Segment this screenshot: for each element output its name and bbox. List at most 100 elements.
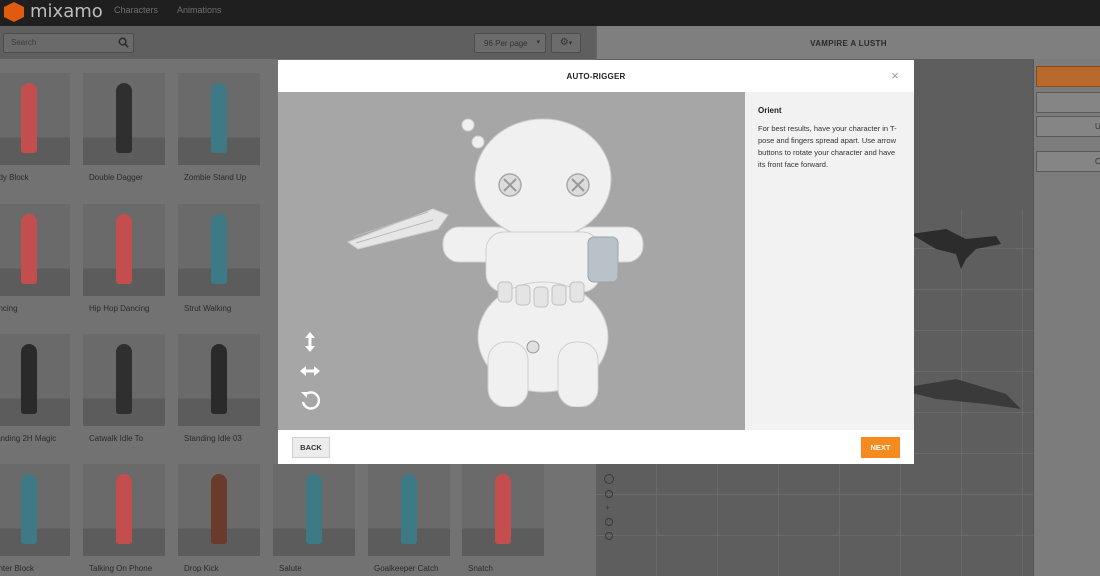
animation-card[interactable]: Double Dagger	[83, 73, 165, 193]
animation-thumbnail	[0, 464, 70, 556]
per-page-select[interactable]: 96 Per page ▾	[474, 33, 546, 53]
character-figure-icon	[21, 344, 37, 414]
animation-card[interactable]: Snatch	[462, 464, 544, 576]
character-figure-icon	[211, 344, 227, 414]
animation-label: ancing	[0, 304, 18, 313]
orbit-tool-icon[interactable]	[604, 474, 614, 484]
animation-label: Goalkeeper Catch	[374, 564, 439, 573]
upload-button[interactable]: U	[1036, 116, 1100, 137]
character-figure-icon	[211, 83, 227, 153]
character-figure-icon	[116, 474, 132, 544]
character-figure-icon	[21, 83, 37, 153]
app-name[interactable]: mixamo	[30, 1, 103, 22]
animation-label: Talking On Phone	[89, 564, 153, 573]
viewer-header: VAMPIRE A LUSTH	[596, 26, 1100, 59]
nav-characters[interactable]: Characters	[114, 5, 158, 15]
dialog-title: AUTO-RIGGER	[566, 72, 626, 81]
animation-label: Strut Walking	[184, 304, 232, 313]
animation-card[interactable]: ody Block	[0, 73, 70, 193]
animation-card[interactable]: Salute	[273, 464, 355, 576]
animation-thumbnail	[368, 464, 450, 556]
animation-label: Catwalk Idle To	[89, 434, 144, 443]
character-figure-icon	[211, 214, 227, 284]
animation-thumbnail	[178, 73, 260, 165]
close-icon[interactable]: ×	[888, 69, 902, 83]
nav-animations[interactable]: Animations	[177, 5, 222, 15]
horizontal-arrows-icon[interactable]	[298, 359, 322, 383]
animation-thumbnail	[462, 464, 544, 556]
animation-label: Snatch	[468, 564, 493, 573]
character-figure-icon	[116, 344, 132, 414]
animation-label: ody Block	[0, 173, 29, 182]
rotate-icon[interactable]	[298, 388, 322, 412]
animation-card[interactable]: Talking On Phone	[83, 464, 165, 576]
character-model	[346, 118, 644, 407]
gear-icon: ⚙	[559, 37, 569, 48]
camera-tool-icon[interactable]	[605, 532, 613, 540]
animation-label: Zombie Stand Up	[184, 173, 247, 182]
per-page-value: 96 Per page	[484, 39, 528, 48]
character-figure-icon	[21, 474, 37, 544]
search-placeholder: Search	[11, 38, 37, 47]
animation-thumbnail	[0, 204, 70, 296]
pan-tool-icon[interactable]	[605, 490, 613, 498]
back-button[interactable]: BACK	[292, 437, 330, 458]
rig-preview-stage[interactable]	[278, 92, 745, 430]
animation-card[interactable]: Drop Kick	[178, 464, 260, 576]
instructions-text: For best results, have your character in…	[758, 124, 897, 169]
animation-label: Standing Idle 03	[184, 434, 242, 443]
character-figure-icon	[21, 214, 37, 284]
character-figure-icon	[211, 474, 227, 544]
zoom-tool-icon[interactable]	[605, 518, 613, 526]
animation-card[interactable]: Zombie Stand Up	[178, 73, 260, 193]
animation-label: enter Block	[0, 564, 35, 573]
animation-thumbnail	[83, 464, 165, 556]
sidebar-button-c[interactable]: C	[1036, 151, 1100, 172]
animation-card[interactable]: Hip Hop Dancing	[83, 204, 165, 324]
auto-rigger-dialog: AUTO-RIGGER × Orient For best results, h…	[278, 60, 914, 464]
animation-thumbnail	[0, 73, 70, 165]
character-figure-icon	[495, 474, 511, 544]
animation-card[interactable]: Goalkeeper Catch	[368, 464, 450, 576]
vertical-arrows-icon[interactable]	[298, 330, 322, 354]
animation-card[interactable]: Standing Idle 03	[178, 334, 260, 454]
caret-down-icon: ▾	[568, 40, 573, 47]
character-figure-icon	[116, 214, 132, 284]
character-name: VAMPIRE A LUSTH	[810, 39, 887, 48]
animation-thumbnail	[273, 464, 355, 556]
dialog-header: AUTO-RIGGER ×	[278, 60, 914, 92]
search-icon[interactable]	[118, 37, 129, 48]
sidebar-button-blank[interactable]	[1036, 92, 1100, 113]
viewport-tool-icons: +	[604, 474, 618, 574]
instructions-title: Orient	[758, 106, 782, 115]
animation-label: Drop Kick	[184, 564, 219, 573]
top-navigation-bar: mixamo Characters Animations	[0, 0, 1100, 26]
animation-card[interactable]: enter Block	[0, 464, 70, 576]
animation-card[interactable]: tanding 2H Magic	[0, 334, 70, 454]
download-button[interactable]	[1036, 66, 1100, 87]
dialog-footer: BACK NEXT	[278, 430, 914, 464]
chevron-down-icon: ▾	[536, 39, 540, 46]
animation-thumbnail	[83, 204, 165, 296]
animation-card[interactable]: ancing	[0, 204, 70, 324]
character-figure-icon	[306, 474, 322, 544]
settings-gear-button[interactable]: ⚙▾	[551, 33, 581, 53]
animation-card[interactable]: Catwalk Idle To	[83, 334, 165, 454]
search-input[interactable]: Search	[3, 33, 134, 53]
move-tool-icon[interactable]: +	[605, 504, 613, 513]
animation-thumbnail	[83, 73, 165, 165]
animation-thumbnail	[178, 204, 260, 296]
next-button[interactable]: NEXT	[861, 437, 900, 458]
character-figure-icon	[401, 474, 417, 544]
animation-thumbnail	[178, 464, 260, 556]
upload-button-label: U	[1095, 122, 1100, 131]
animation-thumbnail	[83, 334, 165, 426]
mixamo-logo-icon[interactable]	[4, 2, 24, 22]
animation-label: Salute	[279, 564, 302, 573]
animation-label: tanding 2H Magic	[0, 434, 57, 443]
instructions-panel: Orient For best results, have your chara…	[745, 92, 914, 430]
character-shadow	[896, 379, 1021, 409]
animation-thumbnail	[178, 334, 260, 426]
animation-label: Hip Hop Dancing	[89, 304, 150, 313]
animation-card[interactable]: Strut Walking	[178, 204, 260, 324]
